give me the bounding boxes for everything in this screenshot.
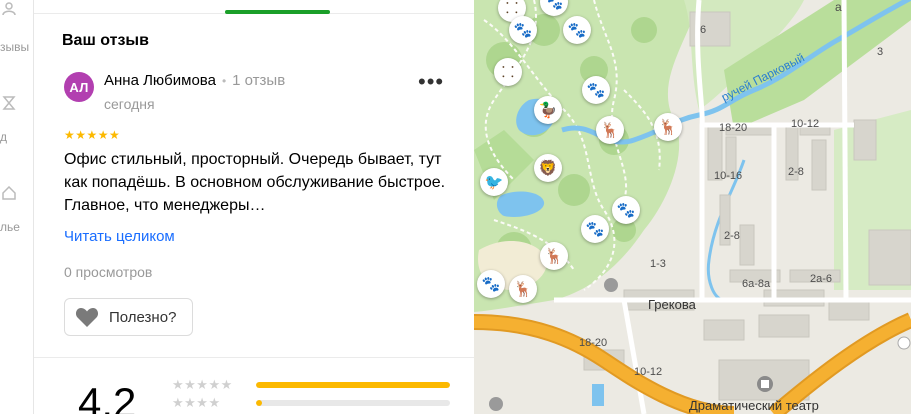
bird-icon[interactable]: ⸬ xyxy=(494,58,522,86)
animal-icon[interactable]: 🐾 xyxy=(477,270,505,298)
review-panel: Ваш отзыв АЛ Анна Любимова • 1 отзыв сегод… xyxy=(34,0,474,414)
bird-icon[interactable]: 🐦 xyxy=(480,168,508,196)
house-number: 10-12 xyxy=(791,118,820,130)
house-number: 2а-6 xyxy=(810,273,833,285)
house-number: 18-20 xyxy=(719,122,748,134)
animal-icon[interactable]: 🐾 xyxy=(563,16,591,44)
rating-bar xyxy=(256,400,450,406)
rating-bar xyxy=(256,382,450,388)
helpful-button[interactable]: Полезно? xyxy=(64,298,193,336)
rating-row-4: ★★★★ xyxy=(172,395,450,410)
house-number: 2-8 xyxy=(724,230,740,242)
separator-dot: • xyxy=(221,74,227,88)
rail-label-d[interactable]: д xyxy=(0,130,7,144)
rating-value: 4,2 xyxy=(78,379,137,414)
section-divider xyxy=(34,357,474,358)
duck-icon[interactable]: 🦆 xyxy=(534,96,562,124)
heart-icon xyxy=(75,308,99,327)
lion-icon[interactable]: 🦁 xyxy=(534,154,562,182)
house-number: а xyxy=(835,0,842,14)
more-options-icon[interactable]: ••• xyxy=(418,71,444,93)
house-number: 18-20 xyxy=(579,337,608,349)
rating-row-stars: ★★★★★ xyxy=(172,377,233,392)
rail-label-reviews[interactable]: зывы xyxy=(0,40,29,54)
house-number: 3 xyxy=(877,46,884,58)
deer-icon[interactable]: 🦌 xyxy=(654,113,682,141)
views-count: 0 просмотров xyxy=(64,264,153,280)
animal-icon[interactable]: 🐾 xyxy=(582,76,610,104)
house-number: 10-12 xyxy=(634,366,663,378)
section-title: Ваш отзыв xyxy=(62,32,149,49)
rating-row-stars: ★★★★ xyxy=(172,395,221,410)
helpful-label: Полезно? xyxy=(109,308,177,326)
author-review-count: 1 отзыв xyxy=(232,72,286,89)
house-number: 10-16 xyxy=(714,170,743,182)
rating-bar-fill xyxy=(256,382,450,388)
review-date: сегодня xyxy=(104,96,155,112)
read-more-link[interactable]: Читать целиком xyxy=(64,228,175,245)
review-author[interactable]: Анна Любимова • 1 отзыв xyxy=(104,72,285,89)
rail-label-lye[interactable]: лье xyxy=(0,220,20,234)
avatar[interactable]: АЛ xyxy=(64,72,94,102)
person-icon[interactable] xyxy=(2,2,16,16)
left-rail: зывы д лье xyxy=(0,0,34,414)
hourglass-icon[interactable] xyxy=(2,96,16,110)
animal-icon[interactable]: 🐾 xyxy=(612,196,640,224)
active-tab-indicator xyxy=(225,10,330,14)
house-number: 6а-8а xyxy=(742,278,771,290)
author-name[interactable]: Анна Любимова xyxy=(104,72,216,89)
house-icon[interactable] xyxy=(2,186,16,200)
deer-icon[interactable]: 🦌 xyxy=(509,275,537,303)
map-canvas xyxy=(474,0,911,414)
house-number: 6 xyxy=(700,24,707,36)
map[interactable]: ручей Парковый Грекова Драматический теа… xyxy=(474,0,911,414)
street-label-grekova: Грекова xyxy=(648,297,696,312)
house-number: 2-8 xyxy=(788,166,804,178)
deer-icon[interactable]: 🦌 xyxy=(540,242,568,270)
animal-icon[interactable]: 🐾 xyxy=(581,215,609,243)
animal-icon[interactable]: 🐾 xyxy=(509,16,537,44)
review-stars: ★★★★★ xyxy=(64,128,121,142)
deer-icon[interactable]: 🦌 xyxy=(596,116,624,144)
rating-bar-fill xyxy=(256,400,262,406)
street-label-drama-theater: Драматический театр xyxy=(689,398,819,413)
review-text: Офис стильный, просторный. Очередь бывае… xyxy=(64,151,446,214)
rating-row-5: ★★★★★ xyxy=(172,377,450,392)
house-number: 1-3 xyxy=(650,258,666,270)
